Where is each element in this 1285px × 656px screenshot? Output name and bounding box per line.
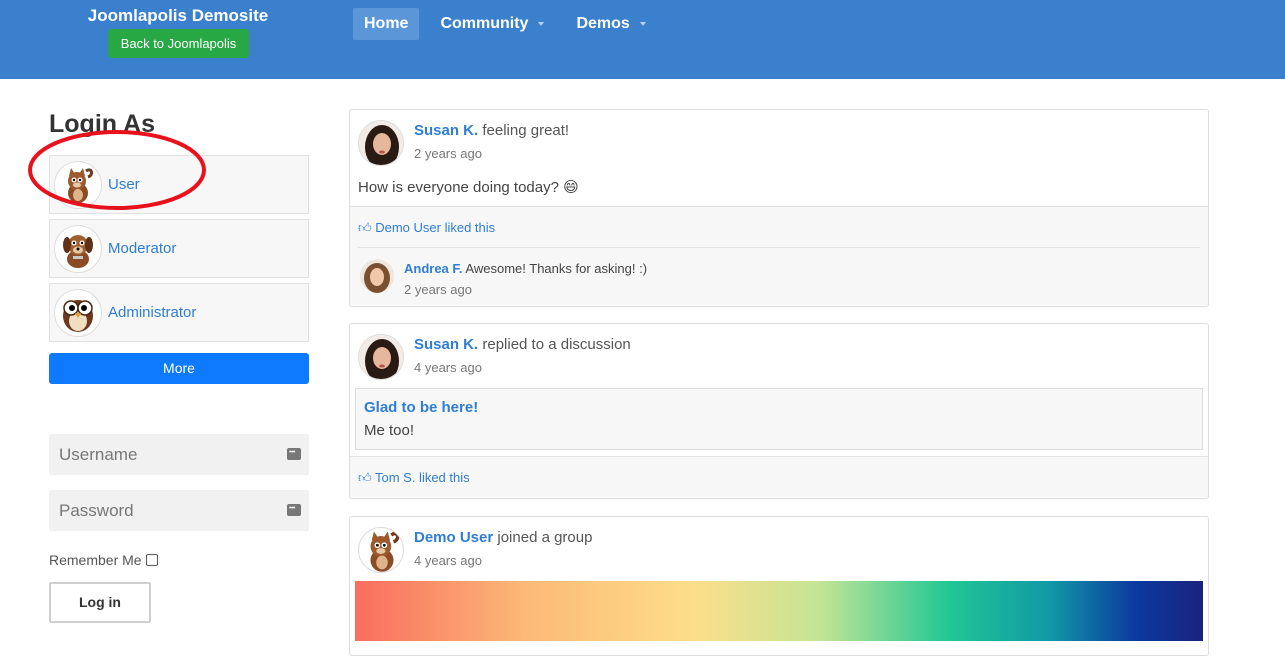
password-manager-icon[interactable] — [287, 448, 301, 460]
activity-user-link[interactable]: Demo User — [414, 529, 493, 546]
activity-user-link[interactable]: Susan K. — [414, 122, 478, 139]
nav-demos[interactable]: Demos — [565, 8, 656, 40]
back-to-joomlapolis-button[interactable]: Back to Joomlapolis — [108, 29, 249, 58]
discussion-title-link[interactable]: Glad to be here! — [364, 399, 1194, 416]
nav-home[interactable]: Home — [353, 8, 420, 40]
andrea-avatar-icon[interactable] — [360, 259, 394, 293]
likes-line[interactable]: 👍︎ Demo User liked this — [358, 207, 1200, 247]
activity-footer: 👍︎ Tom S. liked this — [350, 456, 1208, 497]
remember-me-label: Remember Me — [49, 552, 142, 568]
owl-avatar-icon — [54, 288, 102, 337]
dog-avatar-icon — [54, 224, 102, 273]
cat-avatar-icon[interactable] — [358, 527, 404, 573]
activity-header: Susan K. replied to a discussion 4 years… — [350, 324, 1208, 384]
password-input[interactable]: Password — [49, 490, 309, 531]
login-as-user-label: User — [108, 176, 140, 193]
main-nav: Home Community Demos — [353, 8, 667, 40]
log-in-button[interactable]: Log in — [49, 582, 151, 623]
activity-footer: 👍︎ Demo User liked this Andrea F. Awesom… — [350, 206, 1208, 305]
activity-reply: Andrea F. Awesome! Thanks for asking! :)… — [358, 247, 1200, 305]
likes-text: Demo User liked this — [375, 220, 496, 235]
reply-user-link[interactable]: Andrea F. — [404, 261, 463, 276]
nav-home-label: Home — [364, 15, 409, 32]
activity-header: Susan K. feeling great! 2 years ago — [350, 110, 1208, 170]
chevron-down-icon — [639, 22, 646, 26]
site-title: Joomlapolis Demosite — [87, 6, 269, 25]
activity-line: Susan K. replied to a discussion — [414, 336, 631, 353]
thumbs-up-icon: 👍︎ — [358, 220, 372, 235]
remember-me: Remember Me — [49, 552, 158, 568]
activity-header: Demo User joined a group 4 years ago — [350, 517, 1208, 577]
discussion-quote: Glad to be here! Me too! — [355, 388, 1203, 450]
activity-time: 4 years ago — [414, 553, 482, 568]
reply-line: Andrea F. Awesome! Thanks for asking! :) — [404, 261, 647, 276]
reply-time: 2 years ago — [404, 282, 472, 297]
username-input[interactable]: Username — [49, 434, 309, 475]
more-button[interactable]: More — [49, 353, 309, 384]
login-as-administrator[interactable]: Administrator — [49, 283, 309, 342]
activity-card: Susan K. replied to a discussion 4 years… — [349, 323, 1209, 499]
reply-text: Awesome! Thanks for asking! :) — [465, 261, 648, 276]
login-as-title: Login As — [49, 110, 156, 138]
thumbs-up-icon: 👍︎ — [358, 470, 372, 485]
login-as-administrator-label: Administrator — [108, 304, 197, 321]
login-as-user[interactable]: User — [49, 155, 309, 214]
susan-avatar-icon[interactable] — [358, 120, 404, 166]
group-banner-image[interactable] — [355, 581, 1203, 641]
activity-line: Demo User joined a group — [414, 529, 592, 546]
username-placeholder: Username — [59, 444, 138, 464]
login-as-moderator-label: Moderator — [108, 240, 177, 257]
susan-avatar-icon[interactable] — [358, 334, 404, 380]
activity-action: feeling great! — [482, 122, 570, 139]
discussion-reply-text: Me too! — [364, 422, 415, 439]
activity-action: replied to a discussion — [482, 336, 631, 353]
remember-me-checkbox[interactable] — [145, 554, 158, 566]
activity-time: 2 years ago — [414, 146, 482, 161]
password-placeholder: Password — [59, 500, 134, 520]
login-as-moderator[interactable]: Moderator — [49, 219, 309, 278]
site-header: Joomlapolis Demosite Back to Joomlapolis… — [0, 0, 1285, 79]
nav-demos-label: Demos — [576, 15, 630, 32]
nav-community[interactable]: Community — [429, 8, 555, 40]
password-manager-icon[interactable] — [287, 504, 301, 516]
activity-line: Susan K. feeling great! — [414, 122, 569, 139]
likes-text: Tom S. liked this — [374, 470, 470, 485]
activity-card: Demo User joined a group 4 years ago — [349, 516, 1209, 656]
likes-line[interactable]: 👍︎ Tom S. liked this — [358, 457, 1200, 497]
activity-status-text: How is everyone doing today? 😄 — [358, 179, 579, 196]
cat-avatar-icon — [54, 160, 102, 209]
activity-time: 4 years ago — [414, 360, 482, 375]
nav-community-label: Community — [440, 15, 529, 32]
chevron-down-icon — [538, 22, 545, 26]
activity-action: joined a group — [497, 529, 593, 546]
activity-user-link[interactable]: Susan K. — [414, 336, 478, 353]
activity-card: Susan K. feeling great! 2 years ago How … — [349, 109, 1209, 307]
